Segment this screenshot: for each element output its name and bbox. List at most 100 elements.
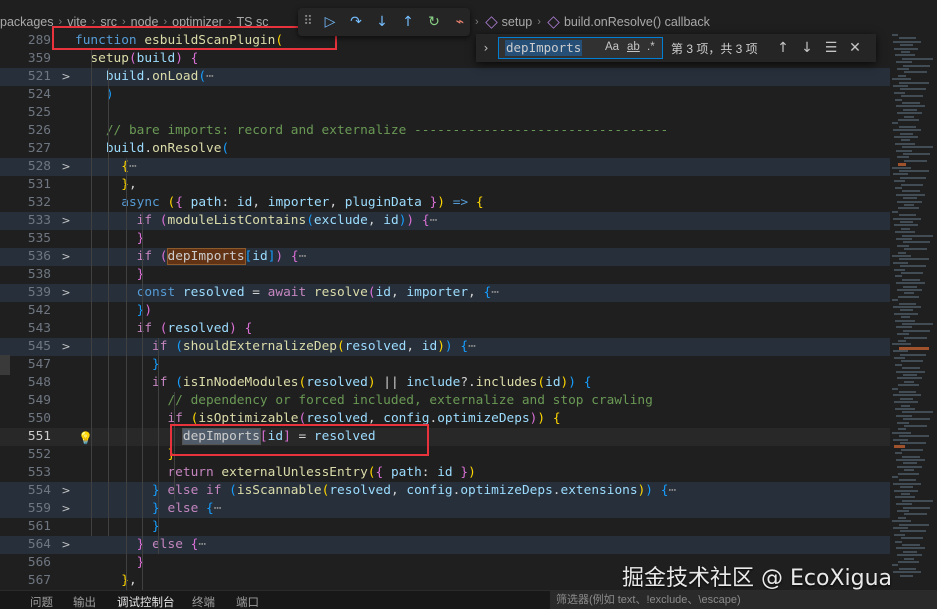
tab-debug-console[interactable]: 调试控制台 — [117, 594, 175, 609]
code-line[interactable]: 551 depImports[id] = resolved — [0, 428, 890, 446]
line-number[interactable]: 548 — [0, 374, 51, 392]
code-line[interactable]: 538 } — [0, 266, 890, 284]
folded-ellipsis-icon[interactable]: ⋯ — [129, 159, 137, 174]
code-line[interactable]: 564 > } else {⋯ — [0, 536, 890, 554]
code-line[interactable]: 553 return externalUnlessEntry({ path: i… — [0, 464, 890, 482]
match-case-toggle[interactable]: Aa — [605, 41, 619, 53]
regex-toggle[interactable]: .* — [647, 41, 655, 53]
line-number[interactable]: 526 — [0, 122, 51, 140]
find-input-box[interactable]: depImports Aa ab .* — [498, 37, 663, 59]
folded-ellipsis-icon[interactable]: ⋯ — [198, 537, 206, 552]
code-line[interactable]: 535 } — [0, 230, 890, 248]
line-number[interactable]: 545 — [0, 338, 51, 356]
disconnect-icon[interactable]: ⌁ — [452, 14, 468, 30]
breadcrumb-item[interactable]: packages — [0, 15, 54, 29]
step-into-icon[interactable]: ↓ — [374, 14, 390, 30]
close-icon[interactable]: ✕ — [843, 40, 867, 56]
whole-word-toggle[interactable]: ab — [627, 41, 640, 53]
code-line[interactable]: 543 if (resolved) { — [0, 320, 890, 338]
code-line[interactable]: 561 } — [0, 518, 890, 536]
folded-ellipsis-icon[interactable]: ⋯ — [468, 339, 476, 354]
code-line[interactable]: 554 > } else if (isScannable(resolved, co… — [0, 482, 890, 500]
line-number[interactable]: 550 — [0, 410, 51, 428]
grip-icon[interactable]: ⠿ — [303, 14, 313, 30]
find-input[interactable]: depImports — [505, 40, 583, 56]
code-line[interactable]: 548 if (isInNodeModules(resolved) || inc… — [0, 374, 890, 392]
line-number[interactable]: 539 — [0, 284, 51, 302]
code-line[interactable]: 552 } — [0, 446, 890, 464]
line-number[interactable]: 549 — [0, 392, 51, 410]
minimap[interactable] — [890, 34, 937, 579]
breadcrumb-item-callback[interactable]: build.onResolve() callback — [564, 15, 710, 29]
code-line[interactable]: 559 > } else {⋯ — [0, 500, 890, 518]
line-number[interactable]: 527 — [0, 140, 51, 158]
code-line[interactable]: 521 > build.onLoad(⋯ — [0, 68, 890, 86]
fold-chevron-icon[interactable]: > — [60, 338, 72, 356]
folded-ellipsis-icon[interactable]: ⋯ — [214, 501, 222, 516]
line-number[interactable]: 561 — [0, 518, 51, 536]
code-line[interactable]: 532 async ({ path: id, importer, pluginD… — [0, 194, 890, 212]
line-number[interactable]: 533 — [0, 212, 51, 230]
console-filter-input[interactable]: 筛选器(例如 text、!exclude、\escape) — [550, 591, 937, 609]
arrow-down-icon[interactable]: ↓ — [795, 40, 819, 56]
line-number[interactable]: 551 — [0, 428, 51, 446]
code-line[interactable]: 536 > if (depImports[id]) {⋯ — [0, 248, 890, 266]
code-line[interactable]: 531 }, — [0, 176, 890, 194]
step-out-icon[interactable]: ↑ — [400, 14, 416, 30]
line-number[interactable]: 531 — [0, 176, 51, 194]
line-number[interactable]: 559 — [0, 500, 51, 518]
restart-icon[interactable]: ↻ — [426, 14, 442, 30]
folded-ellipsis-icon[interactable]: ⋯ — [299, 249, 307, 264]
code-editor[interactable]: 289 function esbuildScanPlugin(359 setup(… — [0, 30, 890, 590]
folded-ellipsis-icon[interactable]: ⋯ — [430, 213, 438, 228]
line-number[interactable]: 552 — [0, 446, 51, 464]
fold-chevron-icon[interactable]: > — [60, 482, 72, 500]
code-line[interactable]: 545 > if (shouldExternalizeDep(resolved, … — [0, 338, 890, 356]
breadcrumb-item-setup[interactable]: setup — [502, 15, 533, 29]
code-line[interactable]: 550 if (isOptimizable(resolved, config.o… — [0, 410, 890, 428]
code-line[interactable]: 526 // bare imports: record and external… — [0, 122, 890, 140]
line-number[interactable]: 525 — [0, 104, 51, 122]
code-line[interactable]: 524 ) — [0, 86, 890, 104]
line-number[interactable]: 532 — [0, 194, 51, 212]
tab-output[interactable]: 输出 — [73, 594, 96, 609]
line-number[interactable]: 566 — [0, 554, 51, 572]
code-line[interactable]: 525 — [0, 104, 890, 122]
lightbulb-icon[interactable]: 💡 — [78, 431, 93, 445]
line-number[interactable]: 524 — [0, 86, 51, 104]
fold-chevron-icon[interactable]: > — [60, 158, 72, 176]
folded-ellipsis-icon[interactable]: ⋯ — [668, 483, 676, 498]
fold-chevron-icon[interactable]: > — [60, 536, 72, 554]
folded-ellipsis-icon[interactable]: ⋯ — [206, 69, 214, 84]
line-number[interactable]: 543 — [0, 320, 51, 338]
code-line[interactable]: 542 }) — [0, 302, 890, 320]
line-number[interactable]: 567 — [0, 572, 51, 590]
fold-chevron-icon[interactable]: > — [60, 284, 72, 302]
arrow-up-icon[interactable]: ↑ — [771, 40, 795, 56]
fold-chevron-icon[interactable]: > — [60, 248, 72, 266]
line-number[interactable]: 289 — [0, 32, 51, 50]
fold-chevron-icon[interactable]: > — [60, 500, 72, 518]
continue-icon[interactable]: ▷ — [322, 14, 338, 30]
line-number[interactable]: 564 — [0, 536, 51, 554]
find-in-selection-icon[interactable]: ☰ — [819, 40, 843, 56]
code-line[interactable]: 533 > if (moduleListContains(exclude, id)… — [0, 212, 890, 230]
line-number[interactable]: 536 — [0, 248, 51, 266]
chevron-right-icon[interactable]: › — [476, 41, 496, 55]
code-line[interactable]: 547 } — [0, 356, 890, 374]
tab-terminal[interactable]: 终端 — [192, 594, 215, 609]
line-number[interactable]: 359 — [0, 50, 51, 68]
line-number[interactable]: 553 — [0, 464, 51, 482]
line-number[interactable]: 521 — [0, 68, 51, 86]
line-number[interactable]: 538 — [0, 266, 51, 284]
step-over-icon[interactable]: ↷ — [348, 14, 364, 30]
fold-chevron-icon[interactable]: > — [60, 68, 72, 86]
tab-problems[interactable]: 问题 — [30, 594, 53, 609]
fold-chevron-icon[interactable]: > — [60, 212, 72, 230]
tab-ports[interactable]: 端口 — [236, 594, 259, 609]
line-number[interactable]: 542 — [0, 302, 51, 320]
line-number[interactable]: 528 — [0, 158, 51, 176]
code-line[interactable]: 549 // dependency or forced included, ex… — [0, 392, 890, 410]
code-line[interactable]: 539 > const resolved = await resolve(id, … — [0, 284, 890, 302]
code-line[interactable]: 528 > {⋯ — [0, 158, 890, 176]
